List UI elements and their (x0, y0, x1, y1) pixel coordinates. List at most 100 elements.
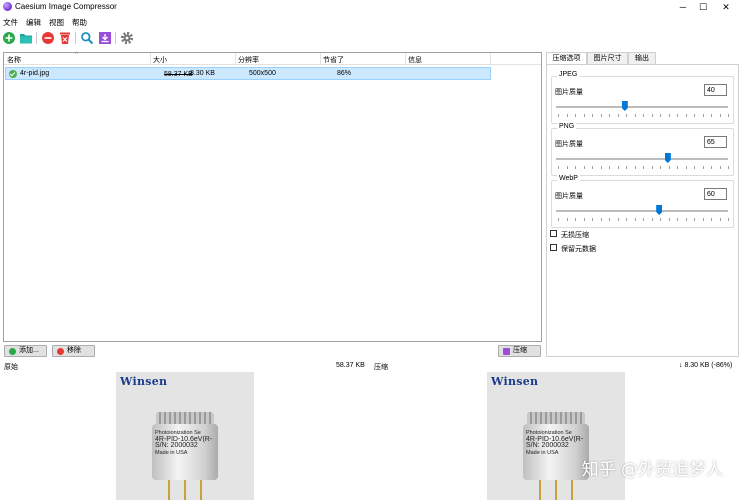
file-list[interactable]: 名称 ^ 大小 分辨率 节省了 信息 4r-pid.jpg 58.37 KB 8… (3, 52, 542, 342)
slider-tick (702, 166, 704, 169)
webp-quality-label: 图片质量 (555, 193, 583, 200)
slider-tick (583, 218, 585, 221)
add-icon[interactable] (2, 31, 16, 45)
compression-options-content: JPEG 图片质量 40 PNG 图片质量 65 WebP 图片质量 60 无损… (546, 64, 739, 357)
toolbar-separator (36, 32, 37, 44)
webp-quality-slider-track[interactable] (556, 210, 728, 212)
sensor-pin (555, 480, 557, 500)
toolbar-separator (115, 32, 116, 44)
slider-tick (626, 218, 627, 221)
sensor-body: Photoionization Se 4R-PID-10.6eV(R- S/N:… (523, 424, 589, 480)
app-logo-icon (3, 2, 12, 11)
slider-tick (617, 114, 619, 117)
slider-tick (660, 166, 661, 169)
column-separator[interactable] (150, 53, 151, 65)
add-button[interactable]: 添加... (4, 345, 47, 357)
tab-image-size[interactable]: 图片尺寸 (587, 52, 628, 64)
slider-tick (617, 218, 619, 221)
close-button[interactable]: ✕ (718, 0, 734, 14)
column-separator[interactable] (320, 53, 321, 65)
slider-tick (719, 166, 721, 169)
resolution: 500x500 (249, 70, 276, 77)
slider-tick (719, 218, 721, 221)
column-header-size[interactable]: 大小 (153, 55, 167, 65)
menu-view[interactable]: 视图 (49, 17, 64, 28)
remove-button[interactable]: 移除 (52, 345, 95, 357)
jpeg-quality-slider-thumb[interactable] (621, 101, 628, 111)
slider-tick (575, 166, 576, 169)
menu-file[interactable]: 文件 (3, 17, 18, 28)
jpeg-quality-input[interactable]: 40 (704, 84, 727, 96)
slider-tick (702, 114, 704, 117)
sensor-pin (571, 480, 573, 500)
png-quality-input[interactable]: 65 (704, 136, 727, 148)
remove-icon[interactable] (41, 31, 55, 45)
slider-tick (685, 166, 687, 169)
slider-tick (634, 166, 636, 169)
table-row[interactable]: 4r-pid.jpg 58.37 KB 8.30 KB 500x500 86% (5, 67, 491, 80)
column-header-resolution[interactable]: 分辨率 (238, 55, 259, 65)
slider-tick (566, 218, 568, 221)
png-quality-slider-thumb[interactable] (664, 153, 671, 163)
export-icon[interactable] (98, 31, 112, 45)
toolbar-separator (75, 32, 76, 44)
slider-tick (677, 166, 678, 169)
slider-tick (566, 166, 568, 169)
keep-metadata-checkbox[interactable] (550, 244, 557, 251)
webp-quality-input[interactable]: 60 (704, 188, 727, 200)
menu-help[interactable]: 帮助 (72, 17, 87, 28)
slider-tick (609, 166, 610, 169)
minimize-button[interactable]: ─ (675, 0, 691, 14)
png-quality-label: 图片质量 (555, 141, 583, 148)
slider-tick (651, 166, 653, 169)
saved-percent: 86% (337, 70, 352, 77)
column-separator[interactable] (490, 53, 491, 65)
png-quality-slider-track[interactable] (556, 158, 728, 160)
png-group: PNG 图片质量 65 (551, 123, 734, 176)
slider-tick (600, 114, 602, 117)
sensor-pin (200, 480, 202, 500)
folder-icon[interactable] (19, 31, 33, 45)
search-icon[interactable] (80, 31, 94, 45)
column-header-name[interactable]: 名称 (7, 55, 21, 65)
slider-tick (685, 114, 687, 117)
sort-arrow-icon: ^ (75, 52, 78, 58)
slider-tick (651, 114, 653, 117)
column-separator[interactable] (235, 53, 236, 65)
lossless-checkbox[interactable] (550, 230, 557, 237)
jpeg-group: JPEG 图片质量 40 (551, 71, 734, 124)
slider-tick (728, 166, 729, 169)
slider-tick (558, 218, 559, 221)
product-brand: Winsen (120, 375, 168, 388)
compress-button[interactable]: 压缩 (498, 345, 541, 357)
slider-tick (651, 218, 653, 221)
toolbar (0, 28, 739, 48)
product-brand: Winsen (491, 375, 539, 388)
maximize-button[interactable]: ☐ (695, 0, 711, 14)
keep-metadata-label[interactable]: 保留元数据 (561, 244, 596, 254)
original-size: 58.37 KB (164, 71, 193, 78)
menu-bar: 文件 编辑 视图 帮助 (0, 15, 739, 27)
title-bar: Caesium Image Compressor ─ ☐ ✕ (0, 0, 739, 14)
clear-icon[interactable] (58, 31, 72, 45)
jpeg-quality-slider-track[interactable] (556, 106, 728, 108)
slider-tick (634, 114, 636, 117)
remove-icon (57, 348, 64, 355)
column-header-saved[interactable]: 节省了 (323, 55, 344, 65)
slider-tick (702, 218, 704, 221)
sensor-pin (184, 480, 186, 500)
add-button-label: 添加... (19, 347, 39, 354)
lossless-label[interactable]: 无损压缩 (561, 230, 589, 240)
settings-icon[interactable] (120, 31, 134, 45)
column-separator[interactable] (405, 53, 406, 65)
compress-icon (503, 348, 510, 355)
column-header-info[interactable]: 信息 (408, 55, 422, 65)
menu-edit[interactable]: 编辑 (26, 17, 41, 28)
compressed-image: Winsen Photoionization Se 4R-PID-10.6eV(… (487, 372, 625, 500)
png-group-title: PNG (557, 123, 577, 130)
slider-tick (626, 114, 627, 117)
slider-tick (583, 166, 585, 169)
slider-tick (719, 114, 721, 117)
tab-output[interactable]: 输出 (628, 52, 656, 64)
webp-quality-slider-thumb[interactable] (656, 205, 663, 215)
